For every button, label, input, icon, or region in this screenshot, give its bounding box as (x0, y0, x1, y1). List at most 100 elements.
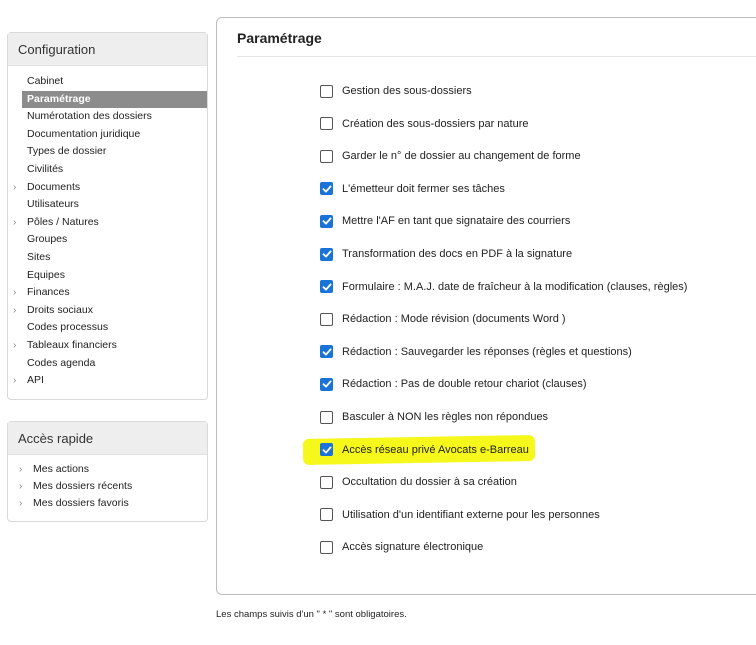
sidebar-item-api[interactable]: › API (8, 372, 207, 390)
settings-panel: Paramétrage Gestion des sous-dossiers Cré… (216, 17, 756, 595)
sidebar-item-label: Paramétrage (27, 92, 91, 105)
checkbox-checked[interactable] (320, 182, 333, 196)
sidebar-item-label: Equipes (27, 268, 65, 281)
checkbox[interactable] (320, 117, 333, 131)
option-label: Rédaction : Mode révision (documents Wor… (342, 313, 566, 326)
chevron-right-icon[interactable]: › (13, 372, 16, 390)
sidebar-item-equipes[interactable]: Equipes (8, 267, 207, 285)
checkbox[interactable] (320, 508, 333, 522)
checkbox[interactable] (320, 475, 333, 489)
sidebar-item-codes-processus[interactable]: Codes processus (8, 319, 207, 337)
option-label: Formulaire : M.A.J. date de fraîcheur à … (342, 280, 688, 293)
sidebar-item-civilites[interactable]: Civilités (8, 161, 207, 179)
sidebar-item-utilisateurs[interactable]: Utilisateurs (8, 196, 207, 214)
sidebar-item-label: Tableaux financiers (27, 338, 117, 351)
checkbox-checked[interactable] (320, 280, 333, 294)
sidebar-item-label: Documents (27, 180, 81, 193)
sidebar-item-tableaux-financiers[interactable]: › Tableaux financiers (8, 337, 207, 355)
chevron-right-icon: › (19, 481, 23, 492)
option-gestion-des-sous-dossiers[interactable]: Gestion des sous-dossiers (320, 81, 472, 101)
option-utilisation-d-un-identifiant-externe-pour-les-personnes[interactable]: Utilisation d'un identifiant externe pou… (320, 505, 600, 525)
quick-access-panel: Accès rapide › Mes actions › Mes dossiers r… (7, 421, 208, 522)
sidebar-item-label: Codes processus (27, 321, 109, 334)
option-redaction-mode-revision-documents-word[interactable]: Rédaction : Mode révision (documents Wor… (320, 309, 566, 329)
sidebar-item-cabinet[interactable]: Cabinet (8, 73, 207, 91)
checkbox[interactable] (320, 410, 333, 424)
sidebar-item-documentation-juridique[interactable]: Documentation juridique (8, 126, 207, 144)
sidebar-item-label: Sites (27, 250, 51, 263)
sidebar-item-types-de-dossier[interactable]: Types de dossier (8, 143, 207, 161)
sidebar-item-label: Cabinet (27, 75, 64, 87)
page-title: Paramétrage (237, 30, 322, 46)
sidebar-item-groupes[interactable]: Groupes (8, 231, 207, 249)
option-label: Rédaction : Pas de double retour chariot… (342, 378, 587, 391)
option-label: Basculer à NON les règles non répondues (342, 411, 549, 423)
sidebar-item-label: Civilités (27, 162, 64, 175)
sidebar-item-parametrage[interactable]: Paramétrage (22, 90, 207, 109)
chevron-right-icon[interactable]: › (13, 284, 16, 302)
sidebar-item-label: Groupes (27, 233, 68, 246)
quick-link-mes-actions[interactable]: › Mes actions (8, 461, 207, 478)
chevron-right-icon[interactable]: › (13, 302, 16, 320)
checkbox[interactable] (320, 84, 333, 98)
chevron-right-icon[interactable]: › (13, 179, 16, 197)
sidebar-item-sites[interactable]: Sites (8, 249, 207, 267)
sidebar-item-label: Documentation juridique (27, 127, 141, 140)
sidebar-item-documents[interactable]: › Documents (8, 179, 207, 197)
option-label: Transformation des docs en PDF à la sign… (342, 248, 573, 260)
required-fields-note: Les champs suivis d'un " * " sont obliga… (216, 609, 407, 620)
checkbox-checked[interactable] (320, 377, 333, 391)
sidebar-item-poles-natures[interactable]: › Pôles / Natures (8, 214, 207, 232)
option-occultation-du-dossier-a-sa-creation[interactable]: Occultation du dossier à sa création (320, 472, 517, 492)
option-label: Occultation du dossier à sa création (342, 476, 517, 489)
chevron-right-icon[interactable]: › (13, 337, 16, 355)
option-redaction-sauvegarder-les-reponses-regles-et-questions[interactable]: Rédaction : Sauvegarder les réponses (rè… (320, 342, 632, 362)
checkbox[interactable] (320, 149, 333, 163)
quick-link-label: Mes dossiers favoris (33, 497, 129, 509)
checkbox[interactable] (320, 312, 333, 326)
option-acces-signature-electronique[interactable]: Accès signature électronique (320, 537, 483, 557)
quick-link-mes-dossiers-favoris[interactable]: › Mes dossiers favoris (8, 495, 207, 512)
option-redaction-pas-de-double-retour-chariot-clauses[interactable]: Rédaction : Pas de double retour chariot… (320, 374, 587, 394)
chevron-right-icon: › (19, 498, 23, 509)
option-basculer-a-non-les-regles-non-repondues[interactable]: Basculer à NON les règles non répondues (320, 407, 548, 427)
sidebar-item-label: Codes agenda (27, 356, 96, 369)
sidebar-item-label: Pôles / Natures (27, 215, 99, 228)
option-label: Création des sous-dossiers par nature (342, 117, 529, 130)
checkbox-checked[interactable] (320, 443, 333, 457)
checkbox[interactable] (320, 540, 333, 554)
sidebar-item-label: API (27, 374, 44, 387)
option-label: Accès signature électronique (342, 541, 484, 554)
sidebar-item-label: Utilisateurs (27, 198, 79, 211)
option-label: Gestion des sous-dossiers (342, 85, 472, 97)
sidebar-item-droits-sociaux[interactable]: › Droits sociaux (8, 302, 207, 320)
option-label: Garder le n° de dossier au changement de… (342, 150, 581, 163)
quick-link-mes-dossiers-recents[interactable]: › Mes dossiers récents (8, 478, 207, 495)
option-transformation-des-docs-en-pdf-a-la-signature[interactable]: Transformation des docs en PDF à la sign… (320, 244, 572, 264)
sidebar-item-label: Finances (27, 286, 70, 299)
configuration-panel: Configuration Cabinet Paramétrage Numérota… (7, 32, 208, 400)
option-label: Utilisation d'un identifiant externe pou… (342, 508, 600, 521)
sidebar-item-numerotation-des-dossiers[interactable]: Numérotation des dossiers (8, 108, 207, 126)
sidebar-item-label: Types de dossier (27, 145, 107, 158)
option-mettre-l-af-en-tant-que-signataire-des-courriers[interactable]: Mettre l'AF en tant que signataire des c… (320, 211, 570, 231)
configuration-menu: Cabinet Paramétrage Numérotation des dossi… (8, 66, 207, 390)
option-l-emetteur-doit-fermer-ses-taches[interactable]: L'émetteur doit fermer ses tâches (320, 179, 505, 199)
option-label: L'émetteur doit fermer ses tâches (342, 182, 505, 195)
sidebar-item-label: Numérotation des dossiers (27, 110, 152, 123)
sidebar-item-finances[interactable]: › Finances (8, 284, 207, 302)
checkbox-checked[interactable] (320, 214, 333, 228)
checkbox-checked[interactable] (320, 247, 333, 261)
sidebar-item-codes-agenda[interactable]: Codes agenda (8, 355, 207, 373)
sidebar-item-label: Droits sociaux (27, 303, 93, 316)
checkbox-checked[interactable] (320, 345, 333, 359)
option-acces-reseau-prive-avocats-e-barreau[interactable]: Accès réseau privé Avocats e-Barreau (320, 440, 529, 460)
quick-link-label: Mes dossiers récents (33, 480, 133, 492)
option-formulaire-m-a-j-date-de-fraicheur-a-la-modification-clauses-regles[interactable]: Formulaire : M.A.J. date de fraîcheur à … (320, 277, 687, 297)
option-garder-le-n-de-dossier-au-changement-de-forme[interactable]: Garder le n° de dossier au changement de… (320, 146, 581, 166)
option-label: Mettre l'AF en tant que signataire des c… (342, 215, 571, 228)
option-creation-des-sous-dossiers-par-nature[interactable]: Création des sous-dossiers par nature (320, 114, 528, 134)
quick-link-label: Mes actions (33, 463, 90, 475)
chevron-right-icon[interactable]: › (13, 214, 16, 232)
configuration-panel-title: Configuration (8, 33, 207, 66)
